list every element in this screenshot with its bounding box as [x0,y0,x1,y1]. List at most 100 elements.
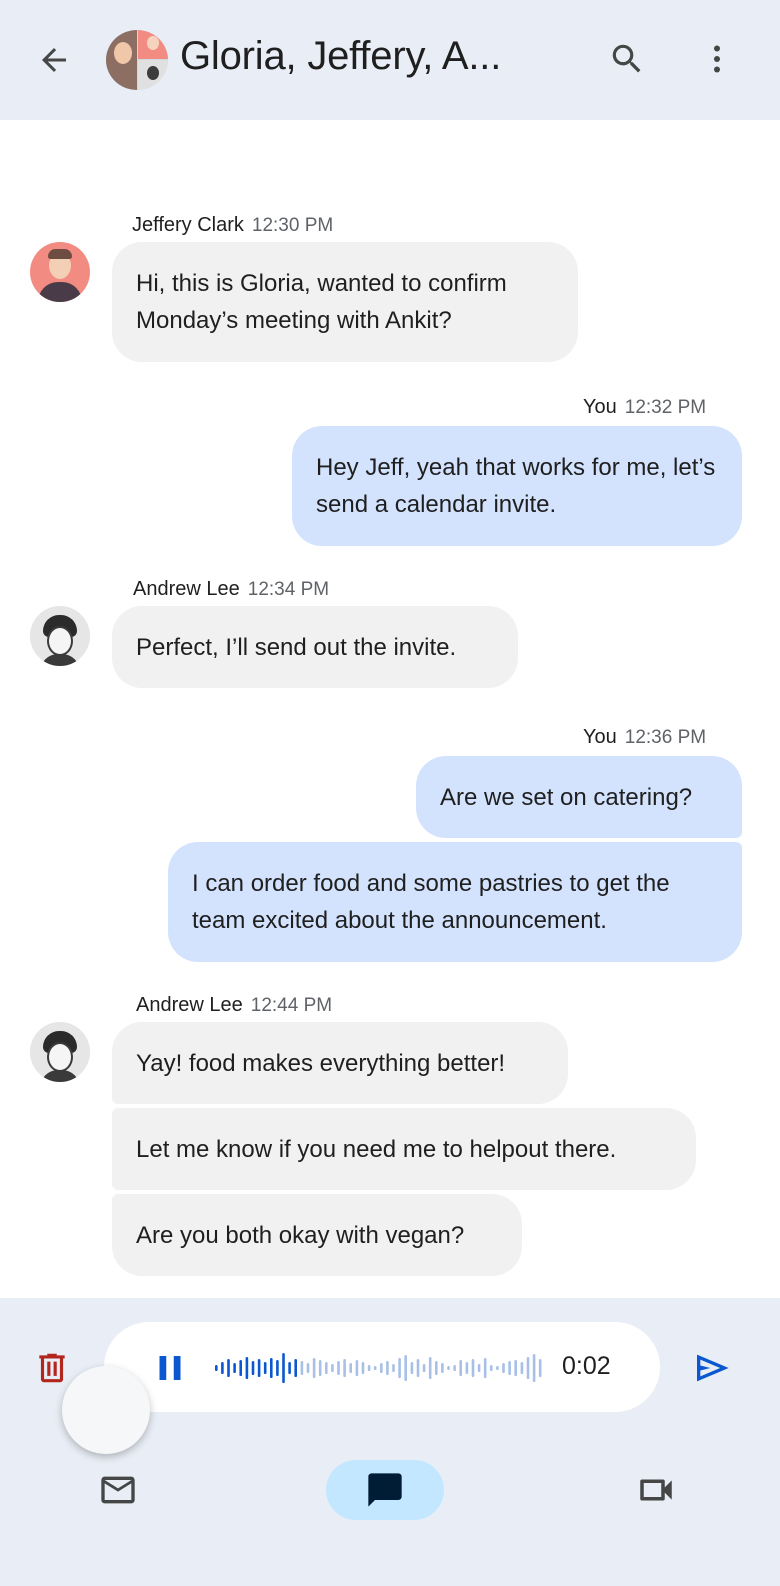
avatar-andrew-lee[interactable] [30,1022,90,1082]
more-vert-icon [714,45,720,73]
message-meta: Andrew Lee 12:34 PM [133,578,329,601]
waveform-bar [294,1359,297,1377]
message-meta: Andrew Lee 12:44 PM [136,994,332,1017]
message-bubble[interactable]: Hey Jeff, yeah that works for me, let’s … [292,426,742,546]
conversation-title[interactable]: Gloria, Jeffery, A... [180,34,501,79]
mail-icon [101,1476,135,1504]
waveform-bar [312,1358,316,1378]
waveform-bar [331,1364,334,1372]
waveform-bar [410,1362,414,1374]
message-meta: Jeffery Clark 12:30 PM [132,214,333,237]
message-text: Hey Jeff, yeah that works for me, let’s … [316,454,716,518]
waveform-bar [496,1366,499,1370]
waveform-bar [257,1359,261,1377]
waveform-bar [355,1360,359,1376]
nav-video[interactable] [630,1468,682,1512]
pause-icon [159,1356,181,1380]
waveform-bar [508,1361,511,1375]
nav-chat[interactable] [326,1460,444,1520]
message-text: Are we set on catering? [440,783,693,811]
waveform-bar [435,1361,438,1375]
message-time: 12:32 PM [624,397,707,418]
back-button[interactable] [30,36,78,84]
sender-name: Andrew Lee [133,578,240,600]
sender-name: Jeffery Clark [132,214,244,236]
waveform-bar [288,1362,291,1374]
message-meta: You 12:32 PM [583,396,706,419]
waveform-bar [465,1362,469,1374]
waveform-bar [532,1354,536,1382]
waveform-bar [380,1363,383,1373]
nav-mail[interactable] [92,1468,144,1512]
waveform-bar [490,1365,493,1371]
message-time: 12:30 PM [251,215,334,236]
waveform-bar [239,1360,242,1376]
waveform-bar [300,1361,304,1375]
pause-recording-button[interactable] [150,1348,190,1388]
waveform-bar [337,1361,340,1375]
sender-name: Andrew Lee [136,994,243,1016]
waveform-bar [477,1364,481,1372]
waveform-bar [361,1362,365,1374]
message-bubble[interactable]: I can order food and some pastries to ge… [168,842,742,962]
message-meta: You 12:36 PM [583,726,706,749]
message-time: 12:34 PM [247,579,330,600]
waveform-bar [343,1359,346,1377]
waveform-bar [404,1355,407,1381]
delete-icon [39,1353,65,1383]
waveform-bar [459,1360,462,1376]
message-bubble[interactable]: Yay! food makes everything better! [112,1022,568,1104]
waveform-bar [441,1363,444,1373]
waveform-bar [392,1364,395,1372]
waveform-bar [349,1363,352,1373]
waveform-bar [373,1366,377,1370]
waveform-bar [251,1361,255,1375]
waveform-bar [306,1363,310,1373]
waveform-bar [325,1362,328,1374]
waveform-bar [514,1360,517,1376]
search-icon [612,44,641,73]
waveform-bar [526,1357,530,1379]
sender-name: You [583,726,617,748]
send-icon [697,1354,729,1382]
sender-name: You [583,396,617,418]
waveform-bar [453,1365,456,1371]
message-text: Perfect, I’ll send out the invite. [136,633,457,661]
message-text: Yay! food makes everything better! [136,1049,506,1077]
waveform-bar [367,1365,371,1371]
waveform-bar [520,1362,524,1374]
group-avatar[interactable] [106,30,168,90]
waveform-bar [270,1358,273,1378]
waveform-bar [398,1358,401,1378]
waveform-bar [471,1359,475,1377]
waveform-bar [502,1363,505,1373]
recording-elapsed-time: 0:02 [562,1352,611,1380]
send-button[interactable] [688,1344,736,1392]
message-time: 12:36 PM [624,727,707,748]
message-text: Hi, this is Gloria, wanted to confirm Mo… [136,270,507,334]
avatar-andrew-lee[interactable] [30,606,90,666]
message-bubble[interactable]: Are you both okay with vegan? [112,1194,522,1276]
more-options-button[interactable] [694,34,740,84]
avatar-jeffery-clark[interactable] [30,242,90,302]
message-bubble[interactable]: Let me know if you need me to helpout th… [112,1108,696,1190]
waveform-bar [447,1366,450,1370]
arrow-back-icon [42,48,66,72]
record-slide-handle[interactable] [62,1366,150,1454]
message-text: Are you both okay with vegan? [136,1221,465,1249]
waveform-bar [263,1362,267,1374]
waveform-bar [386,1361,389,1375]
waveform-bar [245,1357,249,1379]
message-bubble[interactable]: Hi, this is Gloria, wanted to confirm Mo… [112,242,578,362]
search-button[interactable] [602,34,652,84]
waveform-bar [227,1359,230,1377]
message-bubble[interactable]: Perfect, I’ll send out the invite. [112,606,518,688]
waveform-bar [215,1365,218,1371]
waveform-bar [233,1363,236,1373]
waveform-bar [276,1360,279,1376]
waveform-bar [483,1358,487,1378]
audio-waveform [215,1353,542,1383]
discard-recording-button[interactable] [30,1346,74,1390]
waveform-bar [422,1364,426,1372]
message-bubble[interactable]: Are we set on catering? [416,756,742,838]
